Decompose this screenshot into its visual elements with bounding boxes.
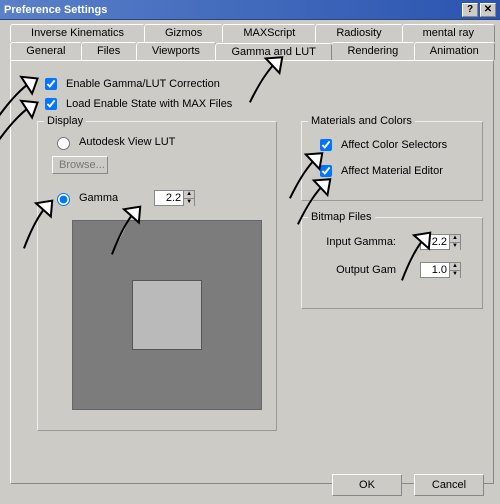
browse-button[interactable]: Browse...	[52, 156, 108, 174]
lbl-enable-gamma: Enable Gamma/LUT Correction	[66, 78, 220, 90]
tab-files[interactable]: Files	[81, 42, 137, 60]
chk-affect-editor[interactable]	[320, 165, 332, 177]
tabs-row-top: Inverse Kinematics Gizmos MAXScript Radi…	[10, 24, 494, 42]
lbl-affect-editor: Affect Material Editor	[341, 165, 443, 177]
legend-bitmap: Bitmap Files	[308, 211, 375, 223]
lbl-gamma: Gamma	[79, 192, 118, 204]
spinner-display-gamma[interactable]: ▲ ▼	[154, 190, 195, 206]
tab-gamma-and-lut[interactable]: Gamma and LUT	[215, 43, 332, 61]
row-affect-selectors: Affect Color Selectors	[316, 136, 447, 154]
row-enable-gamma: Enable Gamma/LUT Correction	[41, 75, 220, 93]
chk-enable-gamma[interactable]	[45, 78, 57, 90]
spin-down-icon[interactable]: ▼	[183, 199, 194, 206]
tab-mental-ray[interactable]: mental ray	[402, 24, 495, 42]
tab-gizmos[interactable]: Gizmos	[144, 24, 223, 42]
input-output-gamma[interactable]	[421, 263, 449, 277]
lbl-affect-selectors: Affect Color Selectors	[341, 139, 447, 151]
legend-display: Display	[44, 115, 86, 127]
cancel-button[interactable]: Cancel	[414, 474, 484, 496]
radio-gamma[interactable]	[57, 193, 70, 206]
lbl-output-gamma: Output Gam	[314, 264, 396, 276]
help-button[interactable]: ?	[462, 3, 478, 17]
spin-up-icon[interactable]: ▲	[449, 263, 460, 271]
lbl-input-gamma: Input Gamma:	[314, 236, 396, 248]
row-affect-editor: Affect Material Editor	[316, 162, 443, 180]
input-display-gamma[interactable]	[155, 191, 183, 205]
lbl-autodesk-lut: Autodesk View LUT	[79, 136, 175, 148]
input-input-gamma[interactable]	[421, 235, 449, 249]
chk-affect-selectors[interactable]	[320, 139, 332, 151]
tab-panel: Enable Gamma/LUT Correction Load Enable …	[10, 60, 494, 484]
tab-inverse-kinematics[interactable]: Inverse Kinematics	[10, 24, 145, 42]
client-area: Inverse Kinematics Gizmos MAXScript Radi…	[0, 20, 500, 504]
chk-load-state[interactable]	[45, 98, 57, 110]
tab-general[interactable]: General	[10, 42, 82, 60]
spinner-input-gamma[interactable]: ▲ ▼	[420, 234, 461, 250]
group-materials-colors: Materials and Colors Affect Color Select…	[301, 121, 483, 201]
tab-viewports[interactable]: Viewports	[136, 42, 217, 60]
tab-rendering[interactable]: Rendering	[331, 42, 414, 60]
spin-up-icon[interactable]: ▲	[449, 235, 460, 243]
row-load-state: Load Enable State with MAX Files	[41, 95, 232, 113]
tabs-row-bottom: General Files Viewports Gamma and LUT Re…	[10, 42, 494, 60]
title-bar: Preference Settings ? ✕	[0, 0, 500, 20]
tab-maxscript[interactable]: MAXScript	[222, 24, 316, 42]
tab-radiosity[interactable]: Radiosity	[315, 24, 402, 42]
row-radio-gamma: Gamma ▲ ▼	[52, 190, 195, 206]
lbl-load-state: Load Enable State with MAX Files	[66, 98, 232, 110]
gamma-preview	[72, 220, 262, 410]
tab-animation[interactable]: Animation	[414, 42, 496, 60]
spin-down-icon[interactable]: ▼	[449, 243, 460, 250]
legend-matcol: Materials and Colors	[308, 115, 415, 127]
spinner-output-gamma[interactable]: ▲ ▼	[420, 262, 461, 278]
ok-button[interactable]: OK	[332, 474, 402, 496]
row-radio-lut: Autodesk View LUT	[52, 134, 175, 150]
group-bitmap-files: Bitmap Files Input Gamma: ▲ ▼ Output Gam…	[301, 217, 483, 309]
spin-up-icon[interactable]: ▲	[183, 191, 194, 199]
spin-down-icon[interactable]: ▼	[449, 271, 460, 278]
gamma-preview-inner	[132, 280, 202, 350]
window-title: Preference Settings	[4, 4, 460, 16]
close-button[interactable]: ✕	[480, 3, 496, 17]
radio-autodesk-lut[interactable]	[57, 137, 70, 150]
group-display: Display Autodesk View LUT Browse... Gamm…	[37, 121, 277, 431]
